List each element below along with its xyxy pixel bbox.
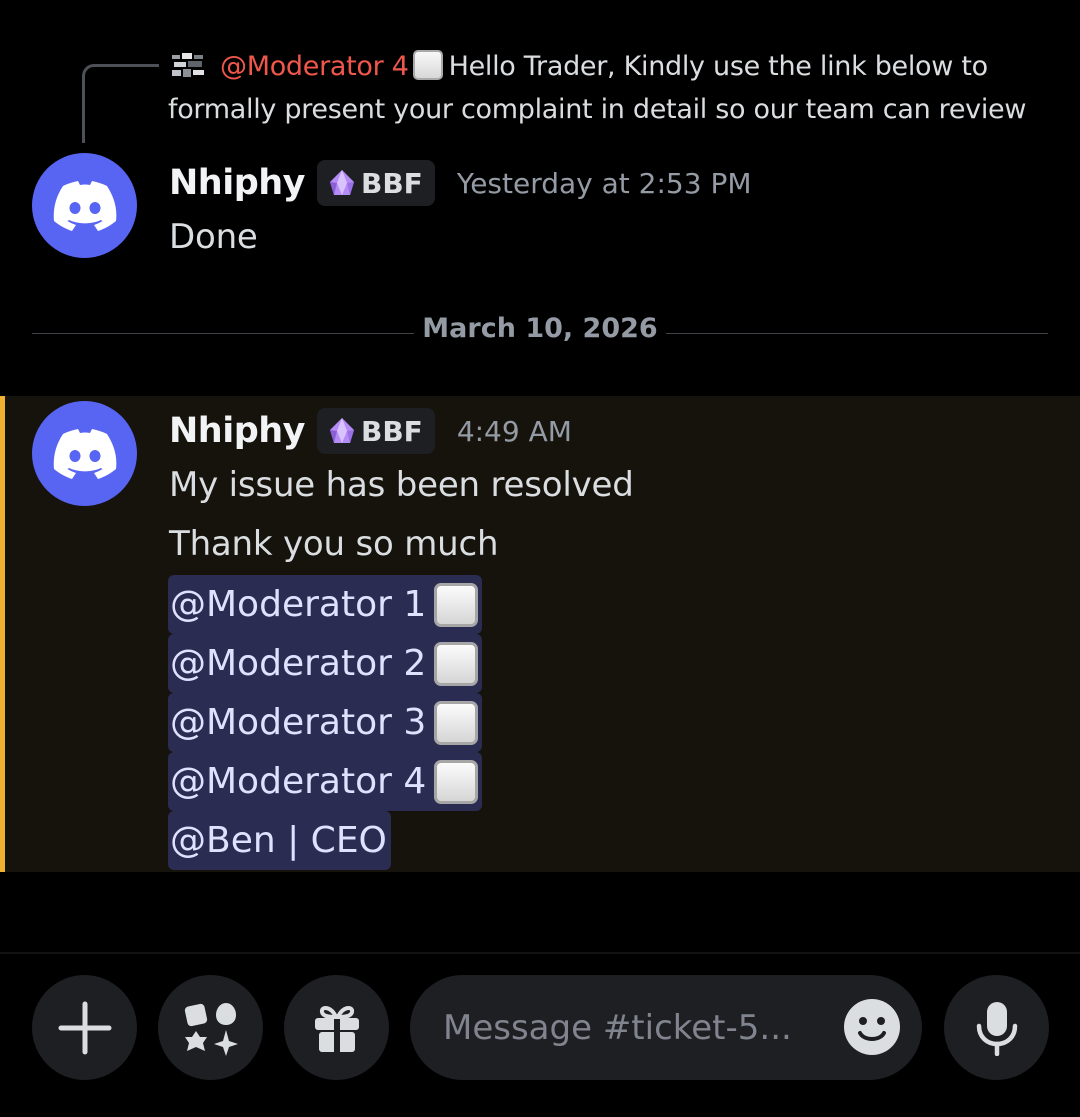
microphone-icon — [976, 1001, 1017, 1056]
plus-icon — [58, 1001, 111, 1054]
server-tag[interactable]: BBF — [317, 408, 435, 454]
user-mention-label: @Moderator 2 — [170, 643, 427, 684]
author-avatar[interactable] — [32, 401, 137, 506]
white-square-emoji-icon — [434, 700, 479, 745]
author-avatar[interactable] — [32, 153, 137, 258]
white-square-emoji-icon — [434, 759, 479, 804]
composer-separator — [0, 952, 1080, 954]
message-header: Nhiphy BBF Yesterday at 2:53 PM — [169, 158, 752, 208]
white-square-emoji-icon — [434, 582, 479, 627]
message-composer[interactable] — [410, 975, 922, 1080]
server-tag-label: BBF — [361, 166, 423, 200]
message-text-line-2: Thank you so much — [169, 524, 499, 564]
apps-shapes-icon — [184, 1002, 238, 1056]
voice-message-button[interactable] — [944, 975, 1049, 1080]
add-attachment-button[interactable] — [32, 975, 137, 1080]
gift-icon — [314, 1005, 359, 1052]
user-mention[interactable]: @Moderator 1 — [168, 575, 483, 634]
crystal-gem-icon — [330, 170, 354, 195]
message-text: Done — [169, 217, 258, 257]
reply-text-line-2: formally present your complaint in detai… — [168, 94, 1027, 125]
white-square-emoji-icon — [412, 50, 443, 80]
user-mention-label: @Ben | CEO — [170, 820, 387, 861]
user-mention[interactable]: @Moderator 4 — [168, 752, 483, 811]
apps-button[interactable] — [158, 975, 263, 1080]
user-mention-label: @Moderator 4 — [170, 761, 427, 802]
user-mention-label: @Moderator 1 — [170, 584, 427, 625]
discord-logo-icon — [53, 428, 116, 479]
date-divider-label: March 10, 2026 — [422, 313, 658, 344]
reply-mention[interactable]: @Moderator 4 — [220, 51, 409, 82]
server-tag-label: BBF — [361, 414, 423, 448]
user-mention[interactable]: @Moderator 2 — [168, 634, 483, 693]
chat-screen: @Moderator 4 Hello Trader, Kindly use the… — [0, 0, 1080, 1117]
message-timestamp: Yesterday at 2:53 PM — [456, 166, 752, 200]
discord-logo-icon — [53, 180, 116, 231]
message-timestamp: 4:49 AM — [456, 414, 572, 448]
reply-text-line-1: Hello Trader, Kindly use the link below … — [448, 51, 989, 82]
message-text-line-1: My issue has been resolved — [169, 465, 634, 505]
message-input[interactable] — [443, 1007, 823, 1048]
reply-preview[interactable]: @Moderator 4 Hello Trader, Kindly use the… — [168, 45, 1048, 131]
message-header: Nhiphy BBF 4:49 AM — [169, 406, 572, 456]
mention-highlight-bar — [0, 396, 5, 872]
crystal-gem-icon — [330, 418, 354, 443]
author-name[interactable]: Nhiphy — [169, 411, 306, 451]
smiley-emoji-icon[interactable] — [842, 997, 902, 1057]
author-name[interactable]: Nhiphy — [169, 163, 306, 203]
user-mention[interactable]: @Moderator 3 — [168, 693, 483, 752]
user-mention-label: @Moderator 3 — [170, 702, 427, 743]
user-mention[interactable]: @Ben | CEO — [168, 811, 391, 870]
reply-connector-line — [82, 64, 159, 143]
gift-button[interactable] — [284, 975, 389, 1080]
white-square-emoji-icon — [434, 641, 479, 686]
server-tag[interactable]: BBF — [317, 160, 435, 206]
